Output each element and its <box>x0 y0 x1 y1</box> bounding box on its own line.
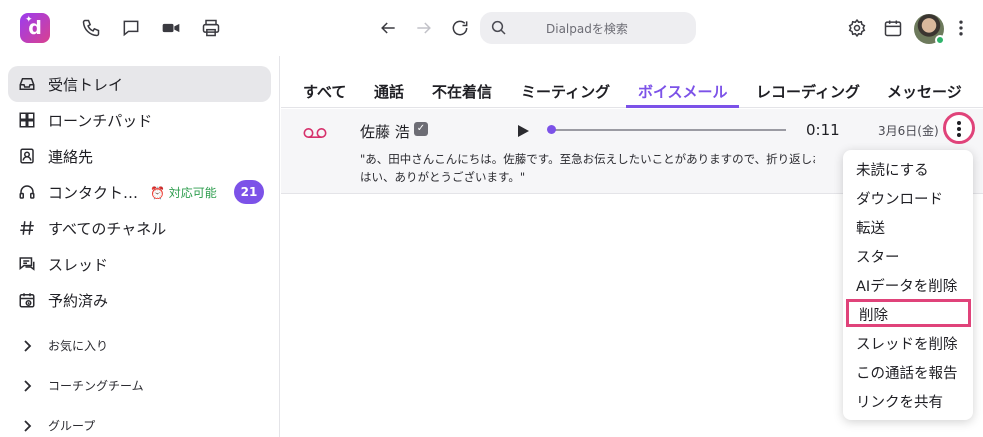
sidebar-item-inbox[interactable]: 受信トレイ <box>8 66 271 102</box>
forward-arrow-icon[interactable] <box>413 17 435 39</box>
sidebar-group-label: グループ <box>48 419 96 433</box>
menu-item-report-call[interactable]: この通話を報告 <box>843 357 973 385</box>
menu-item-label: スレッドを削除 <box>856 337 958 353</box>
availability-status[interactable]: ⏰ 対応可能 <box>150 184 217 201</box>
inbox-icon <box>18 75 36 93</box>
tab-all[interactable]: すべて <box>303 81 346 102</box>
transcript-line: "あ、田中さんこんにちは。佐藤です。至急お伝えしたいことがありますので、折り返し… <box>360 152 815 166</box>
app-logo[interactable]: ✦ d <box>20 13 50 43</box>
sidebar-item-label: すべてのチャネル <box>48 219 167 238</box>
sidebar-item-label: 受信トレイ <box>48 75 124 94</box>
sidebar-group-favorites[interactable]: お気に入り <box>8 330 271 360</box>
menu-item-forward[interactable]: 転送 <box>843 212 973 240</box>
verified-check-icon: ✓ <box>414 122 428 136</box>
menu-item-label: スター <box>856 250 900 266</box>
play-icon[interactable] <box>516 123 530 142</box>
sidebar-group-groups[interactable]: グループ <box>8 410 271 437</box>
launchpad-icon <box>18 111 36 129</box>
sidebar-item-contacts[interactable]: 連絡先 <box>8 138 271 174</box>
logo-letter: d <box>28 17 42 39</box>
unread-count-badge: 21 <box>234 180 264 204</box>
menu-item-label: ダウンロード <box>856 192 943 208</box>
context-menu: 未読にする ダウンロード 転送 スター AIデータを削除 削除 スレッドを削除 … <box>843 150 973 420</box>
sidebar: 受信トレイ ローンチパッド 連絡先 コンタクト… ⏰ 対応可能 21 すべてのチ… <box>0 56 280 437</box>
search-icon <box>490 19 508 41</box>
hash-icon <box>18 219 36 237</box>
more-vertical-icon-dot <box>957 127 961 131</box>
top-bar: ✦ d Dialpadを検索 <box>0 0 983 56</box>
sidebar-item-contact-center[interactable]: コンタクト… ⏰ 対応可能 21 <box>8 174 271 210</box>
active-tab-indicator <box>626 105 739 108</box>
menu-item-delete[interactable]: 削除 <box>846 299 971 327</box>
chat-icon[interactable] <box>120 17 142 39</box>
tab-voicemail[interactable]: ボイスメール <box>638 81 728 102</box>
playback-progress-track[interactable] <box>550 129 786 131</box>
search-placeholder: Dialpadを検索 <box>546 22 628 36</box>
sidebar-item-label: ローンチパッド <box>48 111 153 130</box>
menu-item-share-link[interactable]: リンクを共有 <box>843 386 973 414</box>
scheduled-icon <box>18 291 36 309</box>
chevron-right-icon <box>22 338 32 357</box>
sidebar-item-launchpad[interactable]: ローンチパッド <box>8 102 271 138</box>
phone-icon[interactable] <box>80 17 102 39</box>
tab-calls[interactable]: 通話 <box>374 81 404 102</box>
tab-messages[interactable]: メッセージ <box>887 81 962 102</box>
chevron-right-icon <box>22 378 32 397</box>
tab-recordings[interactable]: レコーディング <box>756 81 860 102</box>
menu-item-star[interactable]: スター <box>843 241 973 269</box>
sidebar-item-label: スレッド <box>48 255 109 274</box>
sidebar-item-label: 連絡先 <box>48 147 94 166</box>
calendar-icon[interactable] <box>882 17 904 39</box>
sidebar-group-coaching-team[interactable]: コーチングチーム <box>8 370 271 400</box>
availability-status-label: 対応可能 <box>168 186 217 200</box>
playback-progress-knob[interactable] <box>546 125 556 134</box>
tab-missed-calls[interactable]: 不在着信 <box>432 81 492 102</box>
menu-item-label: AIデータを削除 <box>856 279 958 295</box>
refresh-icon[interactable] <box>449 17 471 39</box>
sidebar-group-label: お気に入り <box>48 339 109 353</box>
menu-item-label: 転送 <box>856 221 885 237</box>
voicemail-duration: 0:11 <box>806 121 840 139</box>
sender-name[interactable]: 佐藤 浩 <box>360 121 410 142</box>
more-options-button[interactable] <box>943 112 975 144</box>
menu-item-label: 削除 <box>859 308 888 324</box>
search-input[interactable]: Dialpadを検索 <box>480 12 696 44</box>
inbox-tabs: すべて 通話 不在着信 ミーティング ボイスメール レコーディング メッセージ <box>281 56 983 108</box>
contacts-icon <box>18 147 36 165</box>
menu-item-delete-thread[interactable]: スレッドを削除 <box>843 328 973 356</box>
voicemail-transcript: "あ、田中さんこんにちは。佐藤です。至急お伝えしたいことがありますので、折り返し… <box>360 150 815 186</box>
more-vertical-icon <box>957 121 961 125</box>
sidebar-group-label: コーチングチーム <box>48 379 144 393</box>
headset-icon <box>18 183 36 201</box>
tab-meetings[interactable]: ミーティング <box>521 81 610 102</box>
menu-item-mark-unread[interactable]: 未読にする <box>843 154 973 182</box>
voicemail-icon <box>303 124 327 143</box>
menu-item-download[interactable]: ダウンロード <box>843 183 973 211</box>
sidebar-item-scheduled[interactable]: 予約済み <box>8 282 271 318</box>
sidebar-item-label: コンタクト… <box>48 183 139 202</box>
printer-icon[interactable] <box>200 17 222 39</box>
chevron-right-icon <box>22 418 32 437</box>
alarm-icon: ⏰ <box>150 186 165 200</box>
more-vertical-icon[interactable] <box>950 17 972 39</box>
sidebar-item-label: 予約済み <box>48 291 109 310</box>
settings-icon[interactable] <box>846 17 868 39</box>
sidebar-item-threads[interactable]: スレッド <box>8 246 271 282</box>
menu-item-label: リンクを共有 <box>856 395 943 411</box>
avatar[interactable] <box>914 14 945 45</box>
threads-icon <box>18 255 36 273</box>
online-status-dot <box>935 35 945 45</box>
video-icon[interactable] <box>160 17 182 39</box>
menu-item-label: この通話を報告 <box>856 366 958 382</box>
more-vertical-icon-dot <box>957 133 961 137</box>
menu-item-delete-ai-data[interactable]: AIデータを削除 <box>843 270 973 298</box>
back-arrow-icon[interactable] <box>377 17 399 39</box>
menu-item-label: 未読にする <box>856 163 929 179</box>
sidebar-item-all-channels[interactable]: すべてのチャネル <box>8 210 271 246</box>
transcript-line: はい、ありがとうございます。" <box>360 170 526 184</box>
voicemail-date: 3月6日(金) <box>878 124 939 138</box>
